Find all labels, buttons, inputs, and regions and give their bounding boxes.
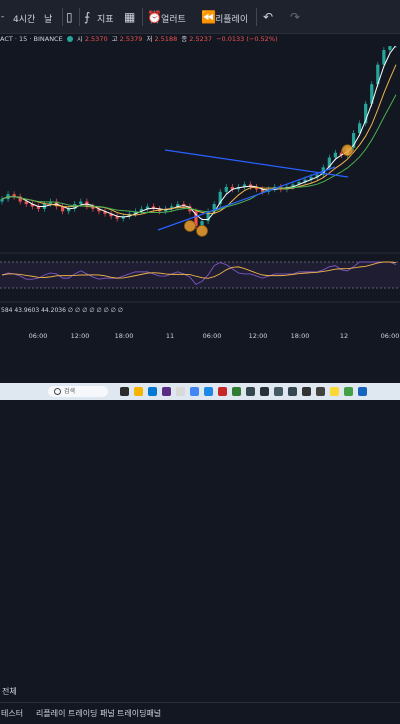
undo-icon[interactable]: ↶ [263, 10, 273, 24]
chart-toolbar: - 4시간 날 ▯ ⨍ 지표 ▦ ⏰ 얼러트 ⏪ 리플레이 ↶ ↷ [0, 0, 400, 34]
interval-day-partial[interactable]: 날 [44, 12, 52, 25]
settings-icon[interactable] [246, 387, 255, 396]
redo-icon[interactable]: ↷ [290, 10, 300, 24]
time-axis-label: 06:00 [203, 332, 222, 340]
taskbar-search-placeholder: 검색 [64, 388, 76, 395]
taskbar-search[interactable]: 검색 [48, 386, 108, 397]
tradingview-icon[interactable] [274, 387, 283, 396]
candle-style-icon[interactable]: ▯ [66, 10, 73, 24]
os-taskbar: 검색 [0, 383, 400, 400]
price-change: −0.0133 (−0.52%) [216, 35, 278, 43]
powerpoint-icon[interactable] [218, 387, 227, 396]
time-axis[interactable]: 06:00 12:00 18:00 11 06:00 12:00 18:00 12 06:00 [29, 332, 400, 340]
app-icon-k[interactable] [302, 387, 311, 396]
low-label: 저 [146, 35, 153, 43]
candle [24, 201, 28, 204]
trendlines-layer [157, 149, 349, 231]
app-icon-blue[interactable] [358, 387, 367, 396]
time-axis-label: 18:00 [115, 332, 134, 340]
close-value: 2.5237 [189, 35, 213, 43]
time-axis-label: 12 [340, 332, 348, 340]
app-icon-c[interactable] [316, 387, 325, 396]
tab-trading-panel[interactable]: 트레이딩패널 [117, 708, 161, 719]
lower-trendline[interactable] [157, 166, 336, 231]
kakaotalk-icon[interactable] [330, 387, 339, 396]
symbol-name[interactable]: ACT · 15 · BINANCE [0, 35, 63, 43]
marker-circle[interactable] [341, 144, 354, 157]
date-range-all[interactable]: 전체 [0, 681, 17, 703]
interval-selector[interactable]: 4시간 [13, 12, 35, 25]
templates-icon[interactable]: ▦ [124, 10, 135, 24]
time-axis-label: 12:00 [249, 332, 268, 340]
market-status-icon [66, 36, 73, 42]
edge-icon[interactable] [204, 387, 213, 396]
ma-fast-line [1, 46, 396, 220]
tab-strategy-tester[interactable]: 테스터 [1, 708, 23, 719]
oscillator-pane: 584 43.9603 44.2036 ∅ ∅ ∅ ∅ ∅ ∅ ∅ ∅ [0, 252, 400, 314]
indicators-icon[interactable]: ⨍ [84, 10, 90, 24]
moving-averages-layer [1, 46, 397, 220]
candle [224, 186, 228, 192]
candles-layer [0, 46, 397, 229]
time-axis-label: 06:00 [29, 332, 48, 340]
toolbar-divider [142, 8, 143, 26]
low-value: 2.5188 [154, 35, 178, 43]
candle [0, 199, 4, 202]
oscillator-band [0, 262, 400, 288]
time-axis-label: 12:00 [71, 332, 90, 340]
toolbar-partial-item[interactable]: - [1, 12, 4, 22]
indicators-button[interactable]: 지표 [97, 12, 114, 25]
toolbar-divider [256, 8, 257, 26]
high-value: 2.5379 [119, 35, 143, 43]
time-axis-label: 18:00 [291, 332, 310, 340]
candle [382, 50, 386, 65]
replay-button[interactable]: 리플레이 [215, 12, 248, 25]
bottom-panel: 전체 테스터 리플레이 트레이딩 패널 트레이딩패널 [0, 340, 400, 718]
upper-trendline[interactable] [164, 149, 349, 178]
terminal-icon[interactable] [260, 387, 269, 396]
time-axis-label: 11 [166, 332, 174, 340]
time-axis-label: 06:00 [381, 332, 400, 340]
candle [79, 201, 83, 204]
line-icon[interactable] [344, 387, 353, 396]
symbol-info-bar: ACT · 15 · BINANCE 시 2.5370 고 2.5379 저 2.51… [0, 33, 400, 46]
store-icon[interactable] [176, 387, 185, 396]
onenote-icon[interactable] [162, 387, 171, 396]
close-label: 종 [181, 35, 188, 43]
open-label: 시 [76, 35, 83, 43]
alert-button[interactable]: 얼러트 [161, 12, 186, 25]
toolbar-divider [62, 8, 63, 26]
marker-circle[interactable] [196, 224, 208, 237]
chrome-icon[interactable] [190, 387, 199, 396]
task-view-icon[interactable] [120, 387, 129, 396]
candle [388, 46, 392, 50]
replay-icon[interactable]: ⏪ [201, 10, 216, 24]
excel-icon[interactable] [232, 387, 241, 396]
toolbar-divider [79, 8, 80, 26]
tab-replay-trading-panel[interactable]: 리플레이 트레이딩 패널 [36, 708, 115, 719]
high-label: 고 [111, 35, 118, 43]
mail-icon[interactable] [148, 387, 157, 396]
oscillator-values: 584 43.9603 44.2036 ∅ ∅ ∅ ∅ ∅ ∅ ∅ ∅ [1, 307, 123, 314]
panel-tab-bar: 테스터 리플레이 트레이딩 패널 트레이딩패널 [0, 702, 400, 724]
open-value: 2.5370 [84, 35, 108, 43]
candle [333, 152, 337, 158]
file-explorer-icon[interactable] [134, 387, 143, 396]
discord-icon[interactable] [288, 387, 297, 396]
marker-circle[interactable] [184, 220, 196, 232]
alert-icon[interactable]: ⏰ [147, 10, 162, 24]
price-chart[interactable]: 584 43.9603 44.2036 ∅ ∅ ∅ ∅ ∅ ∅ ∅ ∅ 06:0… [0, 46, 400, 340]
search-icon [54, 388, 61, 395]
ma-mid-line [1, 64, 397, 216]
